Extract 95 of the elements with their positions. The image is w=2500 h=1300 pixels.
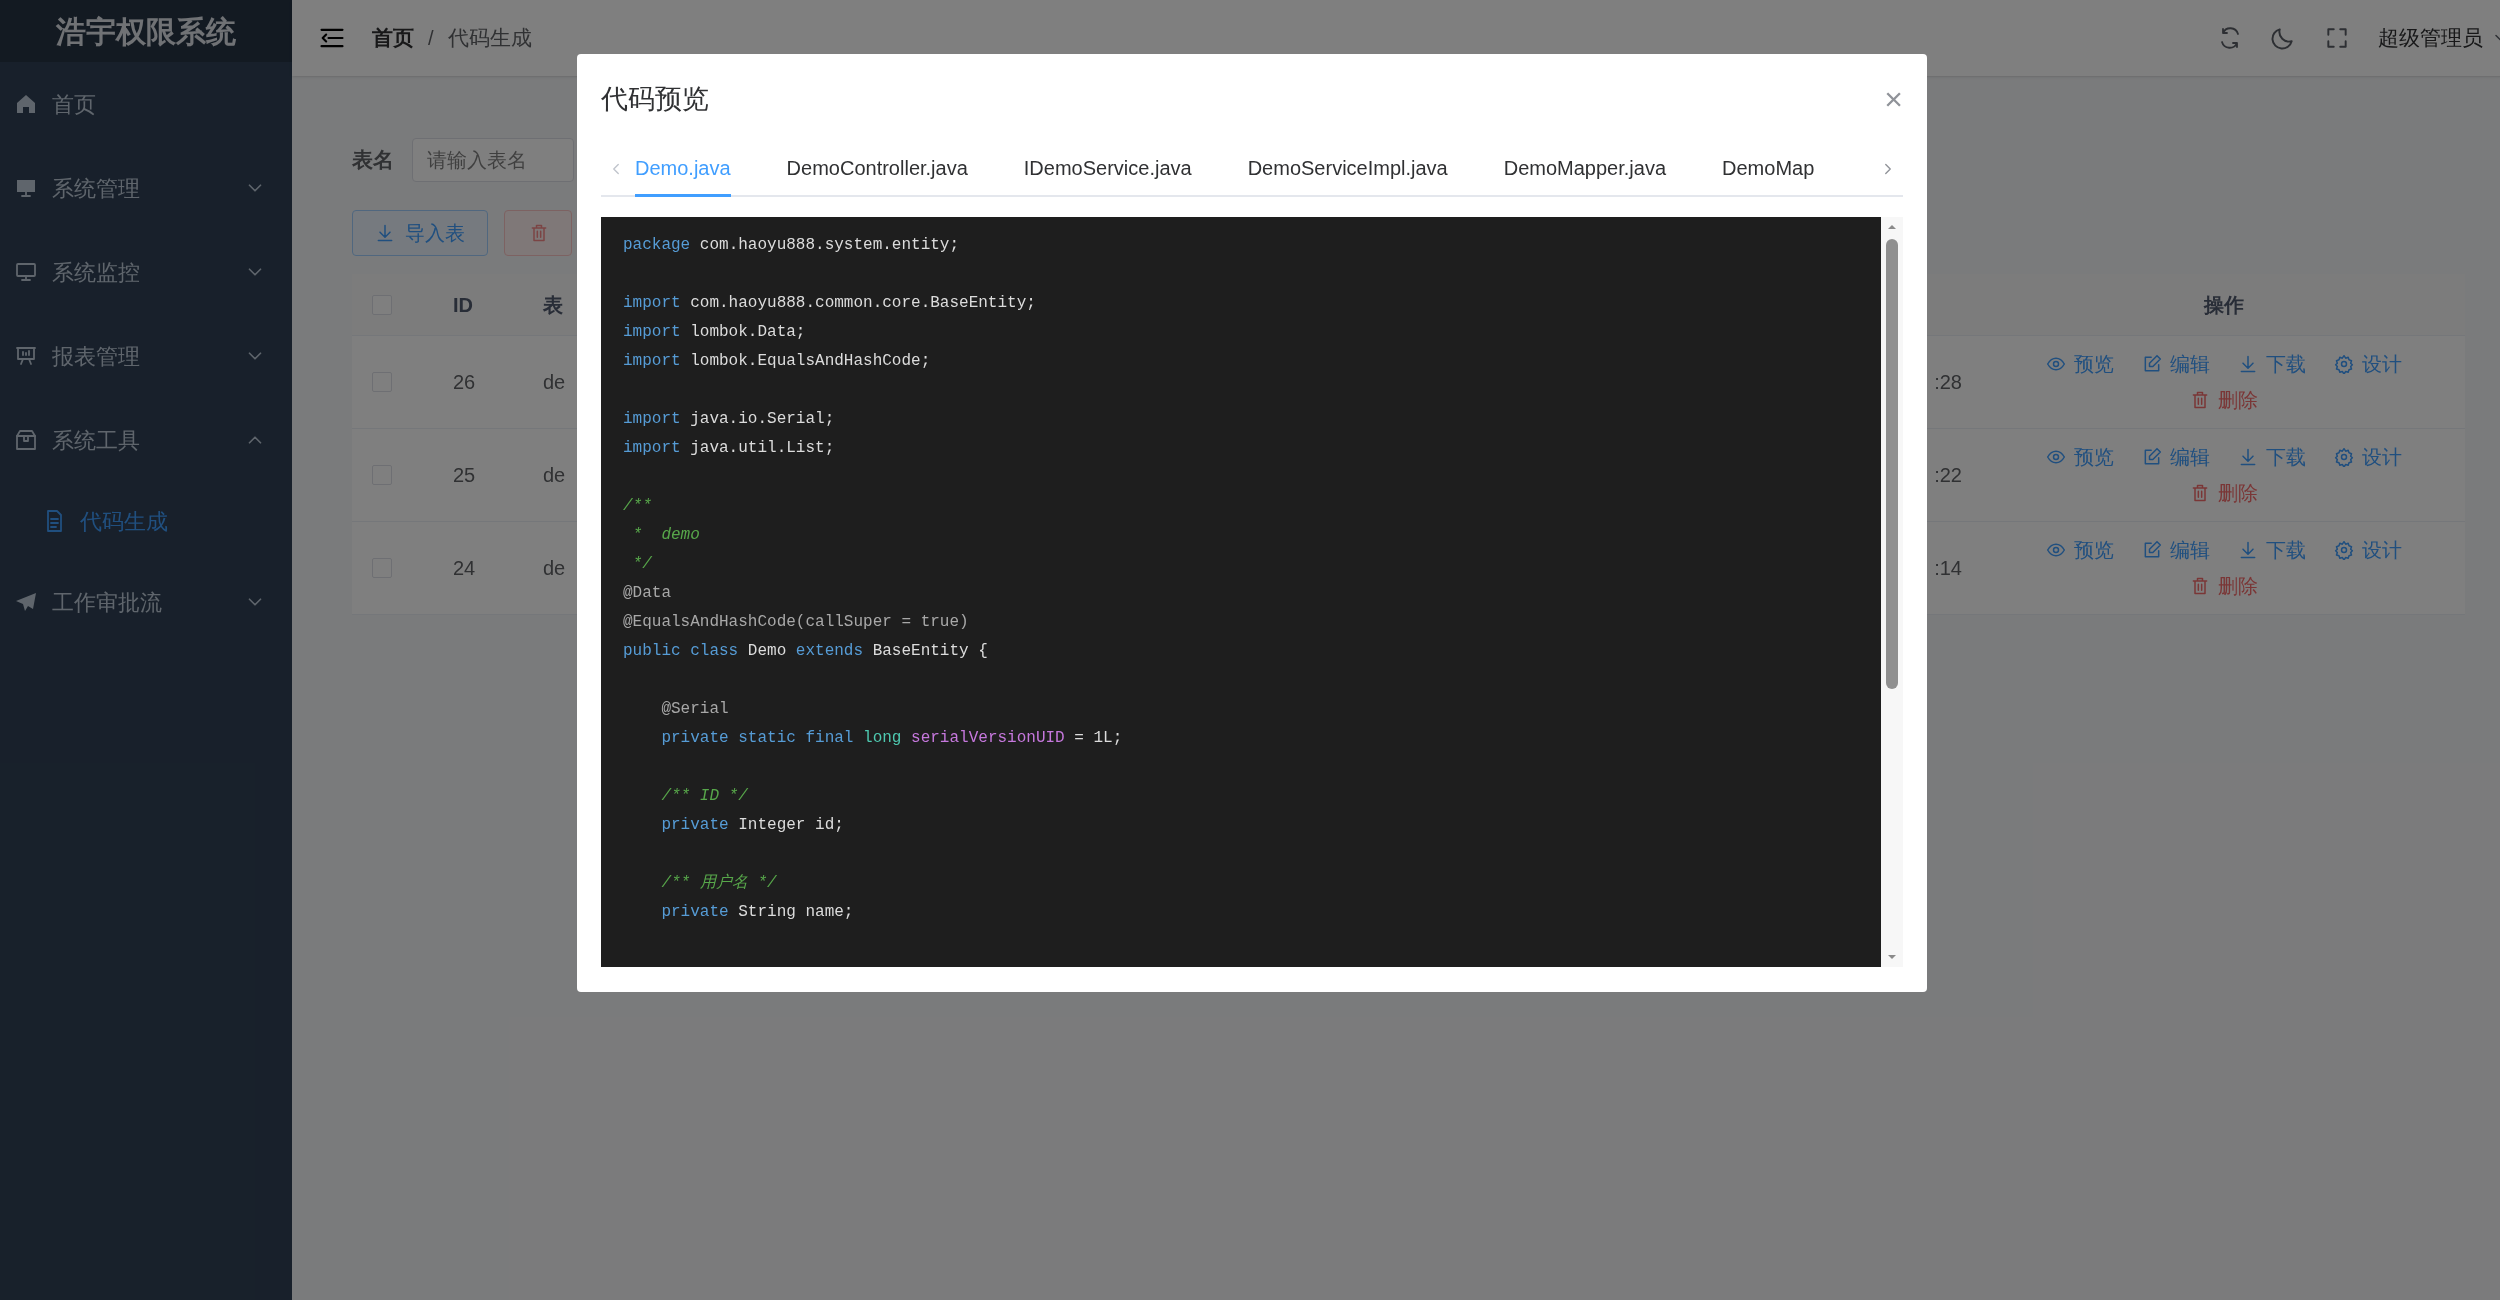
scrollbar[interactable]	[1881, 217, 1903, 967]
tab[interactable]: DemoServiceImpl.java	[1247, 142, 1448, 197]
code-line: @EqualsAndHashCode(callSuper = true)	[623, 612, 970, 633]
table-cell-text: :14	[1934, 556, 1962, 581]
tab[interactable]: DemoMap	[1722, 142, 1815, 197]
download-icon	[375, 223, 395, 243]
import-button[interactable]: 导入表	[352, 210, 488, 256]
scrollbar-thumb[interactable]	[1886, 239, 1898, 689]
download-link[interactable]: 下载	[2238, 349, 2306, 379]
settings-icon	[2334, 447, 2354, 467]
user-menu[interactable]: 超级管理员	[2378, 22, 2500, 54]
table-cell-text: 25	[453, 463, 477, 488]
code-line: package com.haoyu888.system.entity;	[623, 235, 961, 256]
column-header: 操作	[2202, 292, 2245, 318]
delete-link[interactable]: 删除	[2190, 478, 2258, 508]
table-cell-text: :28	[1934, 370, 1962, 395]
delete-link[interactable]: 删除	[2190, 571, 2258, 601]
search-label: 表名	[352, 147, 394, 174]
breadcrumb-separator: /	[428, 26, 434, 51]
preview-link[interactable]: 预览	[2046, 349, 2114, 379]
code-line: @Data	[623, 583, 672, 604]
table-cell-text: :22	[1934, 463, 1962, 488]
tab[interactable]: DemoController.java	[786, 142, 968, 197]
code-line: import lombok.EqualsAndHashCode;	[623, 351, 932, 372]
table-cell-text: 26	[453, 370, 477, 395]
toolbox-icon	[14, 428, 38, 452]
monitor-icon	[14, 260, 38, 284]
table-cell-text: de	[543, 556, 567, 581]
tab[interactable]: DemoMapper.java	[1503, 142, 1667, 197]
sidebar-item[interactable]: 报表管理	[0, 314, 292, 398]
sidebar-item[interactable]: 工作审批流	[0, 560, 292, 644]
code-line: import java.io.Serial;	[623, 409, 836, 430]
code-line: import java.util.List;	[623, 438, 836, 459]
download-link[interactable]: 下载	[2238, 442, 2306, 472]
code-line: @Serial	[660, 699, 730, 720]
design-link[interactable]: 设计	[2334, 535, 2402, 565]
sidebar-item[interactable]: 系统管理	[0, 146, 292, 230]
preview-link[interactable]: 预览	[2046, 442, 2114, 472]
trash-icon	[2190, 390, 2210, 410]
presentation-board-icon	[14, 344, 38, 368]
edit-icon	[2142, 447, 2162, 467]
download-icon	[2238, 447, 2258, 467]
tab[interactable]: Demo.java	[635, 142, 731, 197]
search-field[interactable]: 请输入表名	[412, 138, 574, 182]
breadcrumb-item: 代码生成	[447, 25, 532, 52]
download-icon	[2238, 540, 2258, 560]
dialog-title: 代码预览	[601, 82, 709, 116]
code-line: private Integer id;	[660, 815, 845, 836]
code-line: private static final long serialVersionUID = 1L;	[660, 728, 1124, 749]
refresh-icon	[2218, 26, 2242, 50]
sidebar-item[interactable]: 系统监控	[0, 230, 292, 314]
delete-link[interactable]: 删除	[2190, 385, 2258, 415]
code-line: public class Demo extends BaseEntity {	[623, 641, 989, 662]
design-link[interactable]: 设计	[2334, 349, 2402, 379]
eye-icon	[2046, 354, 2066, 374]
column-header: ID	[453, 292, 474, 318]
sidebar-item[interactable]: 系统工具	[0, 398, 292, 482]
settings-icon	[2334, 354, 2354, 374]
edit-link[interactable]: 编辑	[2142, 535, 2210, 565]
code-line: import com.haoyu888.common.core.BaseEntity;	[623, 293, 1037, 314]
column-header: 表	[543, 292, 564, 318]
edit-icon	[2142, 354, 2162, 374]
code-line: /** ID */	[660, 786, 749, 807]
eye-icon	[2046, 447, 2066, 467]
download-link[interactable]: 下载	[2238, 535, 2306, 565]
delete-button[interactable]	[504, 210, 572, 256]
fullscreen-icon	[2324, 25, 2350, 51]
moon-icon	[2270, 25, 2296, 51]
code-line: /** 用户名 */	[660, 872, 778, 894]
download-icon	[2238, 354, 2258, 374]
edit-icon	[2142, 540, 2162, 560]
code-line: import lombok.Data;	[623, 322, 807, 343]
table-cell-text: de	[543, 463, 567, 488]
trash-icon	[529, 223, 549, 243]
code-line: * demo	[631, 525, 701, 546]
app-logo-text: 浩宇权限系统	[0, 0, 292, 62]
breadcrumb-item[interactable]: 首页	[372, 22, 414, 54]
edit-link[interactable]: 编辑	[2142, 442, 2210, 472]
sidebar-item[interactable]: 首页	[0, 62, 292, 146]
tab[interactable]: IDemoService.java	[1023, 142, 1192, 197]
table-cell-text: 24	[453, 556, 477, 581]
sidebar-subitem[interactable]: 代码生成	[0, 482, 292, 560]
design-link[interactable]: 设计	[2334, 442, 2402, 472]
preview-link[interactable]: 预览	[2046, 535, 2114, 565]
settings-icon	[2334, 540, 2354, 560]
eye-icon	[2046, 540, 2066, 560]
trash-icon	[2190, 576, 2210, 596]
code-line: private String name;	[660, 902, 855, 923]
home-icon	[14, 92, 38, 116]
edit-link[interactable]: 编辑	[2142, 349, 2210, 379]
close-button[interactable]: ×	[1884, 83, 1903, 115]
trash-icon	[2190, 483, 2210, 503]
code-line: */	[631, 554, 653, 575]
code-line: /**	[623, 496, 653, 517]
table-cell-text: de	[543, 370, 567, 395]
